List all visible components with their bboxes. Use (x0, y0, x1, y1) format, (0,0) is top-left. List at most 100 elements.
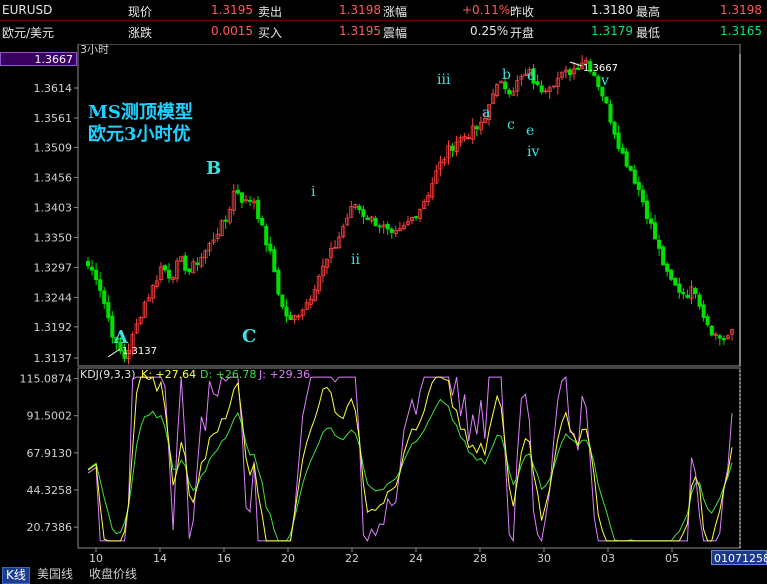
candle-body (701, 304, 706, 318)
candle-body (195, 262, 200, 265)
candle-body (640, 189, 645, 203)
wave-label-e: e (526, 123, 534, 139)
wave-label-iii: iii (437, 72, 451, 88)
kdj-tick-label: 91.5002 (27, 410, 73, 423)
symbol-code: EURUSD (2, 3, 53, 17)
low-value: 1.3165 (720, 24, 762, 38)
kdj-d-line (87, 398, 733, 542)
candle-body (223, 219, 228, 222)
candle-body (256, 199, 261, 220)
open-value: 1.3179 (591, 24, 633, 38)
wave-label-a: a (482, 105, 490, 121)
wave-label-d: d (527, 68, 536, 84)
tab-close-line[interactable]: 收盘价线 (86, 567, 140, 582)
price-y-axis: 1.3614 1.3561 1.3509 1.3456 1.3403 1.3350 1.32… (34, 82, 78, 365)
kdj-d-value: D: +26.78 (200, 368, 256, 381)
candle-body (373, 217, 378, 227)
candle-body (106, 302, 111, 319)
candle-body (260, 217, 265, 226)
candle-body (685, 294, 690, 298)
kdj-k-value: K: +27.64 (141, 368, 196, 381)
candle-body (665, 263, 670, 272)
chart-type-tabbar: K线 美国线 收盘价线 (0, 566, 767, 584)
candle-body (102, 290, 107, 304)
wave-label-C: C (242, 326, 256, 347)
candle-body (90, 266, 95, 271)
change-value: 0.0015 (211, 24, 253, 38)
x-tick-label: 20 (281, 552, 295, 565)
candle-body (705, 316, 710, 326)
chart-title-line1: MS测顶模型 (88, 101, 193, 123)
high-value: 1.3198 (720, 3, 762, 17)
candle-body (644, 200, 649, 219)
kdj-j-value: J: +29.36 (258, 368, 310, 381)
wave-label-c: c (507, 117, 515, 133)
kdj-series (87, 376, 733, 543)
ask-label: 买入 (258, 26, 283, 40)
candle-body (612, 121, 617, 135)
candle-body (717, 335, 722, 339)
kdj-legend: KDJ(9,3,3) K: +27.64 D: +26.78 J: +29.36 (80, 368, 310, 381)
candle-body (183, 255, 188, 271)
x-tick-label: 16 (217, 552, 231, 565)
candle-body (648, 218, 653, 224)
wave-label-B: B (206, 158, 221, 179)
kdj-title: KDJ(9,3,3) (80, 368, 136, 381)
candle-body (264, 225, 269, 246)
wave-label-A: A (113, 327, 129, 348)
candle-body (162, 265, 168, 271)
bid-value: 1.3198 (339, 3, 381, 17)
wave-label-i: i (311, 184, 316, 200)
cursor-date-box: 01071258 (711, 550, 767, 565)
low-label: 最低 (636, 26, 661, 40)
tab-us-bar[interactable]: 美国线 (34, 567, 76, 582)
wave-label-ii: ii (351, 252, 360, 268)
price-tick-label: 1.3509 (34, 141, 73, 154)
candle-body (166, 269, 172, 279)
x-tick-label: 10 (89, 552, 103, 565)
change-pct-label: 涨幅 (383, 5, 408, 19)
candle-body (503, 81, 508, 90)
wave-label-v: v (600, 73, 609, 89)
candle-body (624, 151, 629, 167)
price-tick-label: 1.3403 (34, 201, 73, 214)
price-tick-label: 1.3350 (34, 231, 73, 244)
candle-body (697, 294, 702, 307)
price-tick-label: 1.3137 (34, 352, 73, 365)
candle-body (389, 228, 394, 233)
x-tick-label: 24 (409, 552, 423, 565)
kdj-tick-label: 20.7386 (27, 521, 73, 534)
ask-value: 1.3195 (339, 24, 381, 38)
prev-close-value: 1.3180 (591, 3, 633, 17)
candle-body (604, 96, 609, 104)
x-tick-label: 03 (601, 552, 615, 565)
candle-body (86, 260, 91, 267)
tab-kline[interactable]: K线 (2, 567, 30, 584)
candle-body (616, 132, 621, 149)
candle-body (385, 223, 390, 230)
candle-body (450, 145, 455, 151)
last-price-label: 现价 (128, 5, 153, 19)
amplitude-value: 0.25% (470, 24, 509, 38)
candle-body (596, 76, 601, 88)
candle-body (268, 243, 273, 252)
candle-body (693, 288, 698, 295)
candle-body (661, 246, 666, 266)
candle-body (280, 294, 285, 307)
x-tick-label: 05 (665, 552, 679, 565)
price-chart-area[interactable]: 3小时 1.3614 1.3561 1.3509 1.3456 1.3403 1.3350… (0, 44, 767, 566)
high-label: 最高 (636, 5, 661, 19)
candle-body (414, 216, 419, 219)
candle-body (187, 268, 192, 273)
candle-body (653, 222, 658, 240)
amplitude-label: 震幅 (383, 26, 408, 40)
prev-close-label: 昨收 (510, 5, 535, 19)
candle-body (677, 283, 682, 293)
price-tick-label: 1.3561 (34, 112, 73, 125)
symbol-name: 欧元/美元 (2, 26, 55, 40)
kdj-tick-label: 44.3258 (27, 484, 73, 497)
current-price-box: 1.3667 (0, 52, 77, 66)
open-label: 开盘 (510, 26, 535, 40)
last-price-value: 1.3195 (211, 3, 253, 17)
candle-body (247, 199, 253, 202)
